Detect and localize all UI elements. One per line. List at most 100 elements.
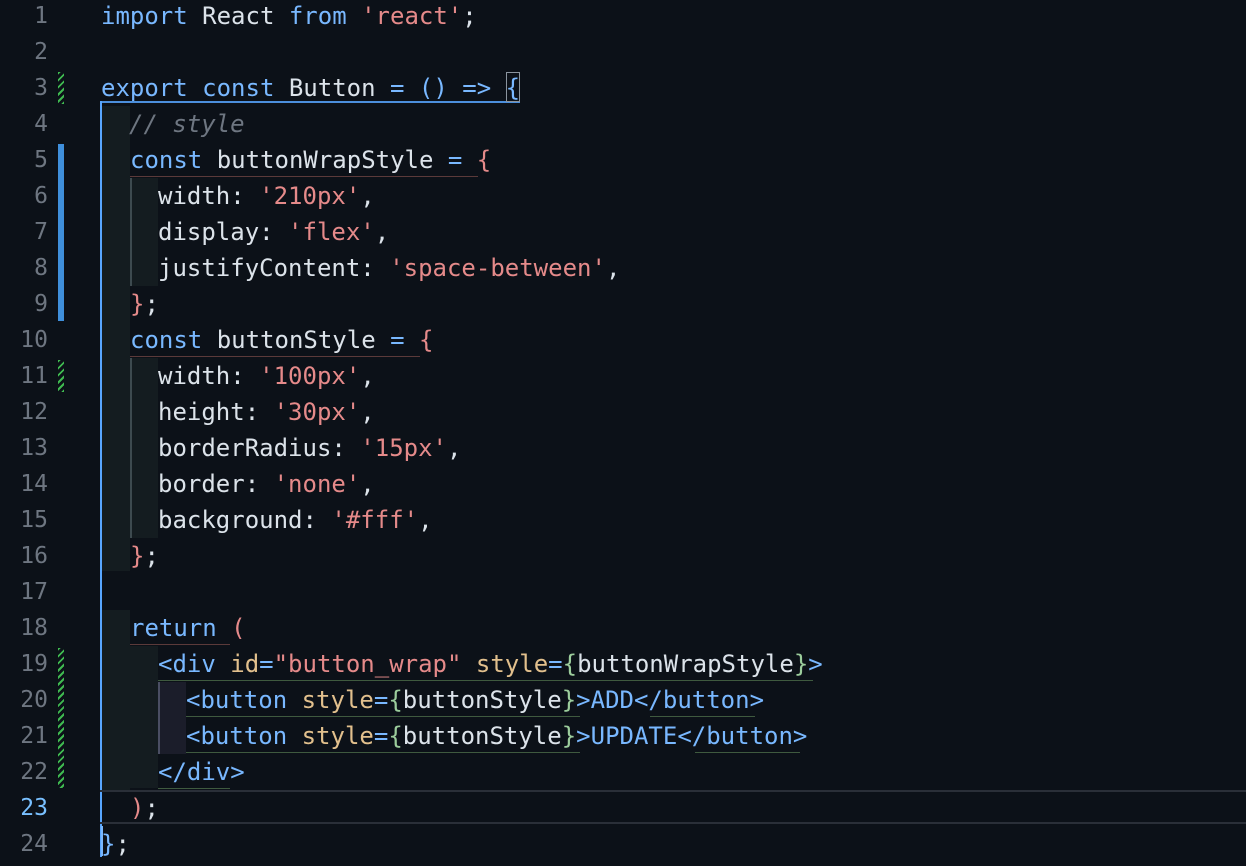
close-brace: } <box>101 830 116 858</box>
code-line-18[interactable]: return ( <box>130 610 246 646</box>
line-number: 20 <box>20 687 48 713</box>
close-brace: } <box>130 542 145 570</box>
close-brace: } <box>130 290 145 318</box>
property-key: borderRadius: <box>158 434 361 462</box>
string-literal: 'flex' <box>288 218 375 246</box>
code-line-6[interactable]: width: '210px', <box>158 178 375 214</box>
operator: = <box>548 650 563 678</box>
parens: () <box>418 74 448 102</box>
jsx-text: >ADD</button> <box>576 686 765 714</box>
code-line-14[interactable]: border: 'none', <box>158 466 375 502</box>
string-literal: '100px' <box>259 362 361 390</box>
operator: = <box>373 686 389 714</box>
close-brace: } <box>561 722 577 750</box>
line-number: 13 <box>20 435 48 461</box>
indent-guide-bg <box>102 610 130 790</box>
indent-guide-bg <box>158 682 186 754</box>
operator: = <box>390 326 405 354</box>
operator: = <box>259 650 274 678</box>
arrow-operator: => <box>462 74 492 102</box>
code-editor[interactable]: 1 2 3 4 5 6 7 8 9 10 11 12 13 14 15 16 1… <box>0 0 1246 866</box>
git-modified-hatch-marker[interactable] <box>58 72 64 104</box>
property-key: border: <box>158 470 274 498</box>
line-number-gutter[interactable]: 1 2 3 4 5 6 7 8 9 10 11 12 13 14 15 16 1… <box>0 0 100 866</box>
line-number-active: 23 <box>20 795 48 821</box>
code-line-1[interactable]: import React from 'react'; <box>101 0 477 34</box>
git-modified-marker[interactable] <box>58 144 64 321</box>
identifier: buttonWrapStyle <box>577 650 794 678</box>
line-number: 19 <box>20 651 48 677</box>
code-line-22[interactable]: </div> <box>158 754 245 790</box>
punctuation: , <box>360 470 375 498</box>
punctuation: , <box>360 362 375 390</box>
indent-guide-bg <box>130 646 158 788</box>
punctuation: ; <box>462 2 477 30</box>
punctuation: , <box>605 254 621 282</box>
keyword: return <box>130 614 217 642</box>
jsx-attribute: style <box>475 650 549 678</box>
code-line-8[interactable]: justifyContent: 'space-between', <box>158 250 620 286</box>
code-line-5[interactable]: const buttonWrapStyle = { <box>130 142 491 178</box>
string-literal: '15px' <box>360 434 447 462</box>
punctuation: , <box>418 506 433 534</box>
string-literal: 'none' <box>273 470 361 498</box>
line-number: 2 <box>34 39 48 65</box>
jsx-tag: <div <box>158 650 216 678</box>
code-line-7[interactable]: display: 'flex', <box>158 214 389 250</box>
keyword: export <box>101 74 188 102</box>
indent-guide <box>158 682 160 754</box>
jsx-attribute: style <box>301 722 374 750</box>
code-line-9[interactable]: }; <box>130 286 159 322</box>
code-line-13[interactable]: borderRadius: '15px', <box>158 430 461 466</box>
punctuation: , <box>360 398 375 426</box>
jsx-text: >UPDATE</button> <box>576 722 808 750</box>
punctuation: , <box>447 434 462 462</box>
code-line-20[interactable]: <button style={buttonStyle}>ADD</button> <box>186 682 764 718</box>
keyword: const <box>202 74 275 102</box>
string-literal: '30px' <box>273 398 361 426</box>
close-paren: ) <box>130 794 145 822</box>
indent-guide-bg <box>130 358 158 538</box>
identifier: buttonStyle <box>402 686 562 714</box>
line-number: 22 <box>20 759 48 785</box>
code-line-15[interactable]: background: '#fff', <box>158 502 433 538</box>
keyword: const <box>130 146 203 174</box>
code-line-23[interactable]: ); <box>130 790 159 826</box>
code-line-24[interactable]: }; <box>101 826 130 862</box>
punctuation: ; <box>115 830 130 858</box>
code-line-19[interactable]: <div id="button_wrap" style={buttonWrapS… <box>158 646 823 682</box>
line-number: 24 <box>20 831 48 857</box>
code-line-3[interactable]: export const Button = () => { <box>101 70 520 106</box>
git-modified-hatch-marker[interactable] <box>58 360 64 392</box>
code-line-11[interactable]: width: '100px', <box>158 358 375 394</box>
code-line-12[interactable]: height: '30px', <box>158 394 375 430</box>
string-literal: 'react' <box>361 2 463 30</box>
close-brace: } <box>561 686 577 714</box>
code-line-4[interactable]: // style <box>129 106 245 142</box>
indent-guide <box>130 178 132 286</box>
property-key: height: <box>158 398 274 426</box>
indent-guide-bg <box>102 106 130 571</box>
code-line-16[interactable]: }; <box>130 538 159 574</box>
code-line-10[interactable]: const buttonStyle = { <box>130 322 433 358</box>
operator: = <box>390 74 405 102</box>
identifier: React <box>187 2 289 30</box>
line-number: 3 <box>34 75 48 101</box>
identifier: Button <box>274 74 390 102</box>
git-modified-hatch-marker[interactable] <box>58 648 64 788</box>
open-brace: { <box>476 146 492 174</box>
line-number: 4 <box>34 111 48 137</box>
code-line-21[interactable]: <button style={buttonStyle}>UPDATE</butt… <box>186 718 807 754</box>
punctuation: ; <box>144 794 159 822</box>
string-literal: 'space-between' <box>389 254 606 282</box>
identifier: buttonStyle <box>402 722 562 750</box>
